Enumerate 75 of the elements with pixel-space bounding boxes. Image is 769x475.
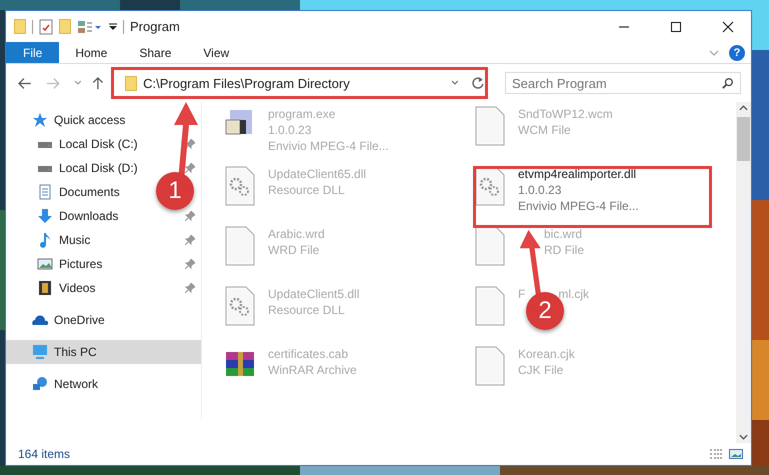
file-detail: Resource DLL (268, 302, 345, 318)
gear-file-icon[interactable] (474, 166, 506, 206)
scrollbar[interactable] (736, 102, 751, 443)
nav-item[interactable]: Pictures (6, 252, 201, 276)
nav-item[interactable]: Videos (6, 276, 201, 300)
file-detail: WCM File (518, 122, 571, 138)
file-detail: 1.0.0.23 (268, 122, 312, 138)
pin-icon[interactable] (185, 235, 195, 245)
file-detail: WinRAR Archive (268, 362, 357, 378)
item-count: 164 items (18, 447, 70, 461)
music-note-icon (37, 232, 53, 248)
file-icon[interactable] (474, 286, 506, 326)
down-arrow-icon (37, 208, 53, 224)
search-icon[interactable] (722, 77, 734, 89)
pin-icon[interactable] (185, 211, 195, 221)
search-field[interactable]: Search Program (505, 72, 742, 94)
file-name: F (518, 286, 526, 302)
file-name: Arabic.wrd (268, 226, 325, 242)
properties-icon[interactable] (39, 18, 53, 34)
file-name: UpdateClient65.dll (268, 166, 366, 182)
file-name: certificates.cab (268, 346, 348, 362)
recent-caret-icon[interactable] (74, 80, 82, 86)
star-icon (32, 112, 48, 128)
file-name: etvmp4realimporter.dll (518, 166, 636, 182)
view-options-icon[interactable] (77, 18, 103, 34)
large-icons-view-icon[interactable] (729, 448, 743, 460)
globe-icon (32, 376, 48, 392)
up-arrow-icon[interactable] (91, 76, 106, 90)
refresh-icon[interactable] (471, 76, 486, 90)
customize-caret-icon[interactable] (109, 22, 117, 30)
file-detail: Envivio MPEG-4 File... (268, 138, 389, 154)
file-icon[interactable] (474, 226, 506, 266)
gear-file-icon[interactable] (224, 166, 256, 206)
nav-item[interactable]: This PC (6, 340, 201, 364)
expand-ribbon-icon[interactable] (709, 50, 719, 56)
details-view-icon[interactable] (709, 448, 723, 460)
ribbon-tab[interactable]: File (6, 42, 60, 63)
file-name: bic.wrd (544, 226, 582, 242)
file-name: Korean.cjk (518, 346, 575, 362)
pin-icon[interactable] (185, 259, 195, 269)
nav-item[interactable]: Network (6, 372, 201, 396)
pin-icon[interactable] (185, 283, 195, 293)
nav-item[interactable]: Local Disk (C:) (6, 132, 201, 156)
back-arrow-icon[interactable] (18, 76, 32, 90)
file-detail: RD File (544, 242, 584, 258)
nav-item[interactable]: Music (6, 228, 201, 252)
file-detail: Resource DLL (268, 182, 345, 198)
landscape-icon (37, 256, 53, 272)
dropdown-caret-icon[interactable] (451, 80, 460, 86)
scroll-down-icon[interactable] (739, 434, 748, 440)
document-icon (37, 184, 53, 200)
scroll-thumb[interactable] (737, 117, 750, 161)
nav-item[interactable]: OneDrive (6, 308, 201, 332)
nav-item[interactable]: Quick access (6, 108, 201, 132)
file-icon[interactable] (224, 226, 256, 266)
file-name: UpdateClient5.dll (268, 286, 360, 302)
file-icon[interactable] (474, 346, 506, 386)
file-detail: WRD File (268, 242, 320, 258)
file-detail: Envivio MPEG-4 File... (518, 198, 639, 214)
pin-icon[interactable] (185, 139, 195, 149)
gear-file-icon[interactable] (224, 286, 256, 326)
file-icon[interactable] (474, 106, 506, 146)
file-detail: 1.0.0.23 (518, 182, 562, 198)
help-button[interactable]: ? (729, 44, 745, 60)
scroll-up-icon[interactable] (739, 105, 748, 111)
nav-item[interactable]: Documents (6, 180, 132, 204)
window-title: Program (130, 19, 180, 34)
file-name: ml.cjk (558, 286, 590, 302)
file-name: SndToWP12.wcm (518, 106, 613, 122)
monitor-icon (32, 344, 48, 360)
address-field[interactable]: C:\Program Files\Program Directory (119, 72, 442, 94)
pin-icon[interactable] (185, 163, 195, 173)
file-name: program.exe (268, 106, 336, 122)
file-detail: CJK File (518, 362, 564, 378)
film-icon (37, 280, 53, 296)
